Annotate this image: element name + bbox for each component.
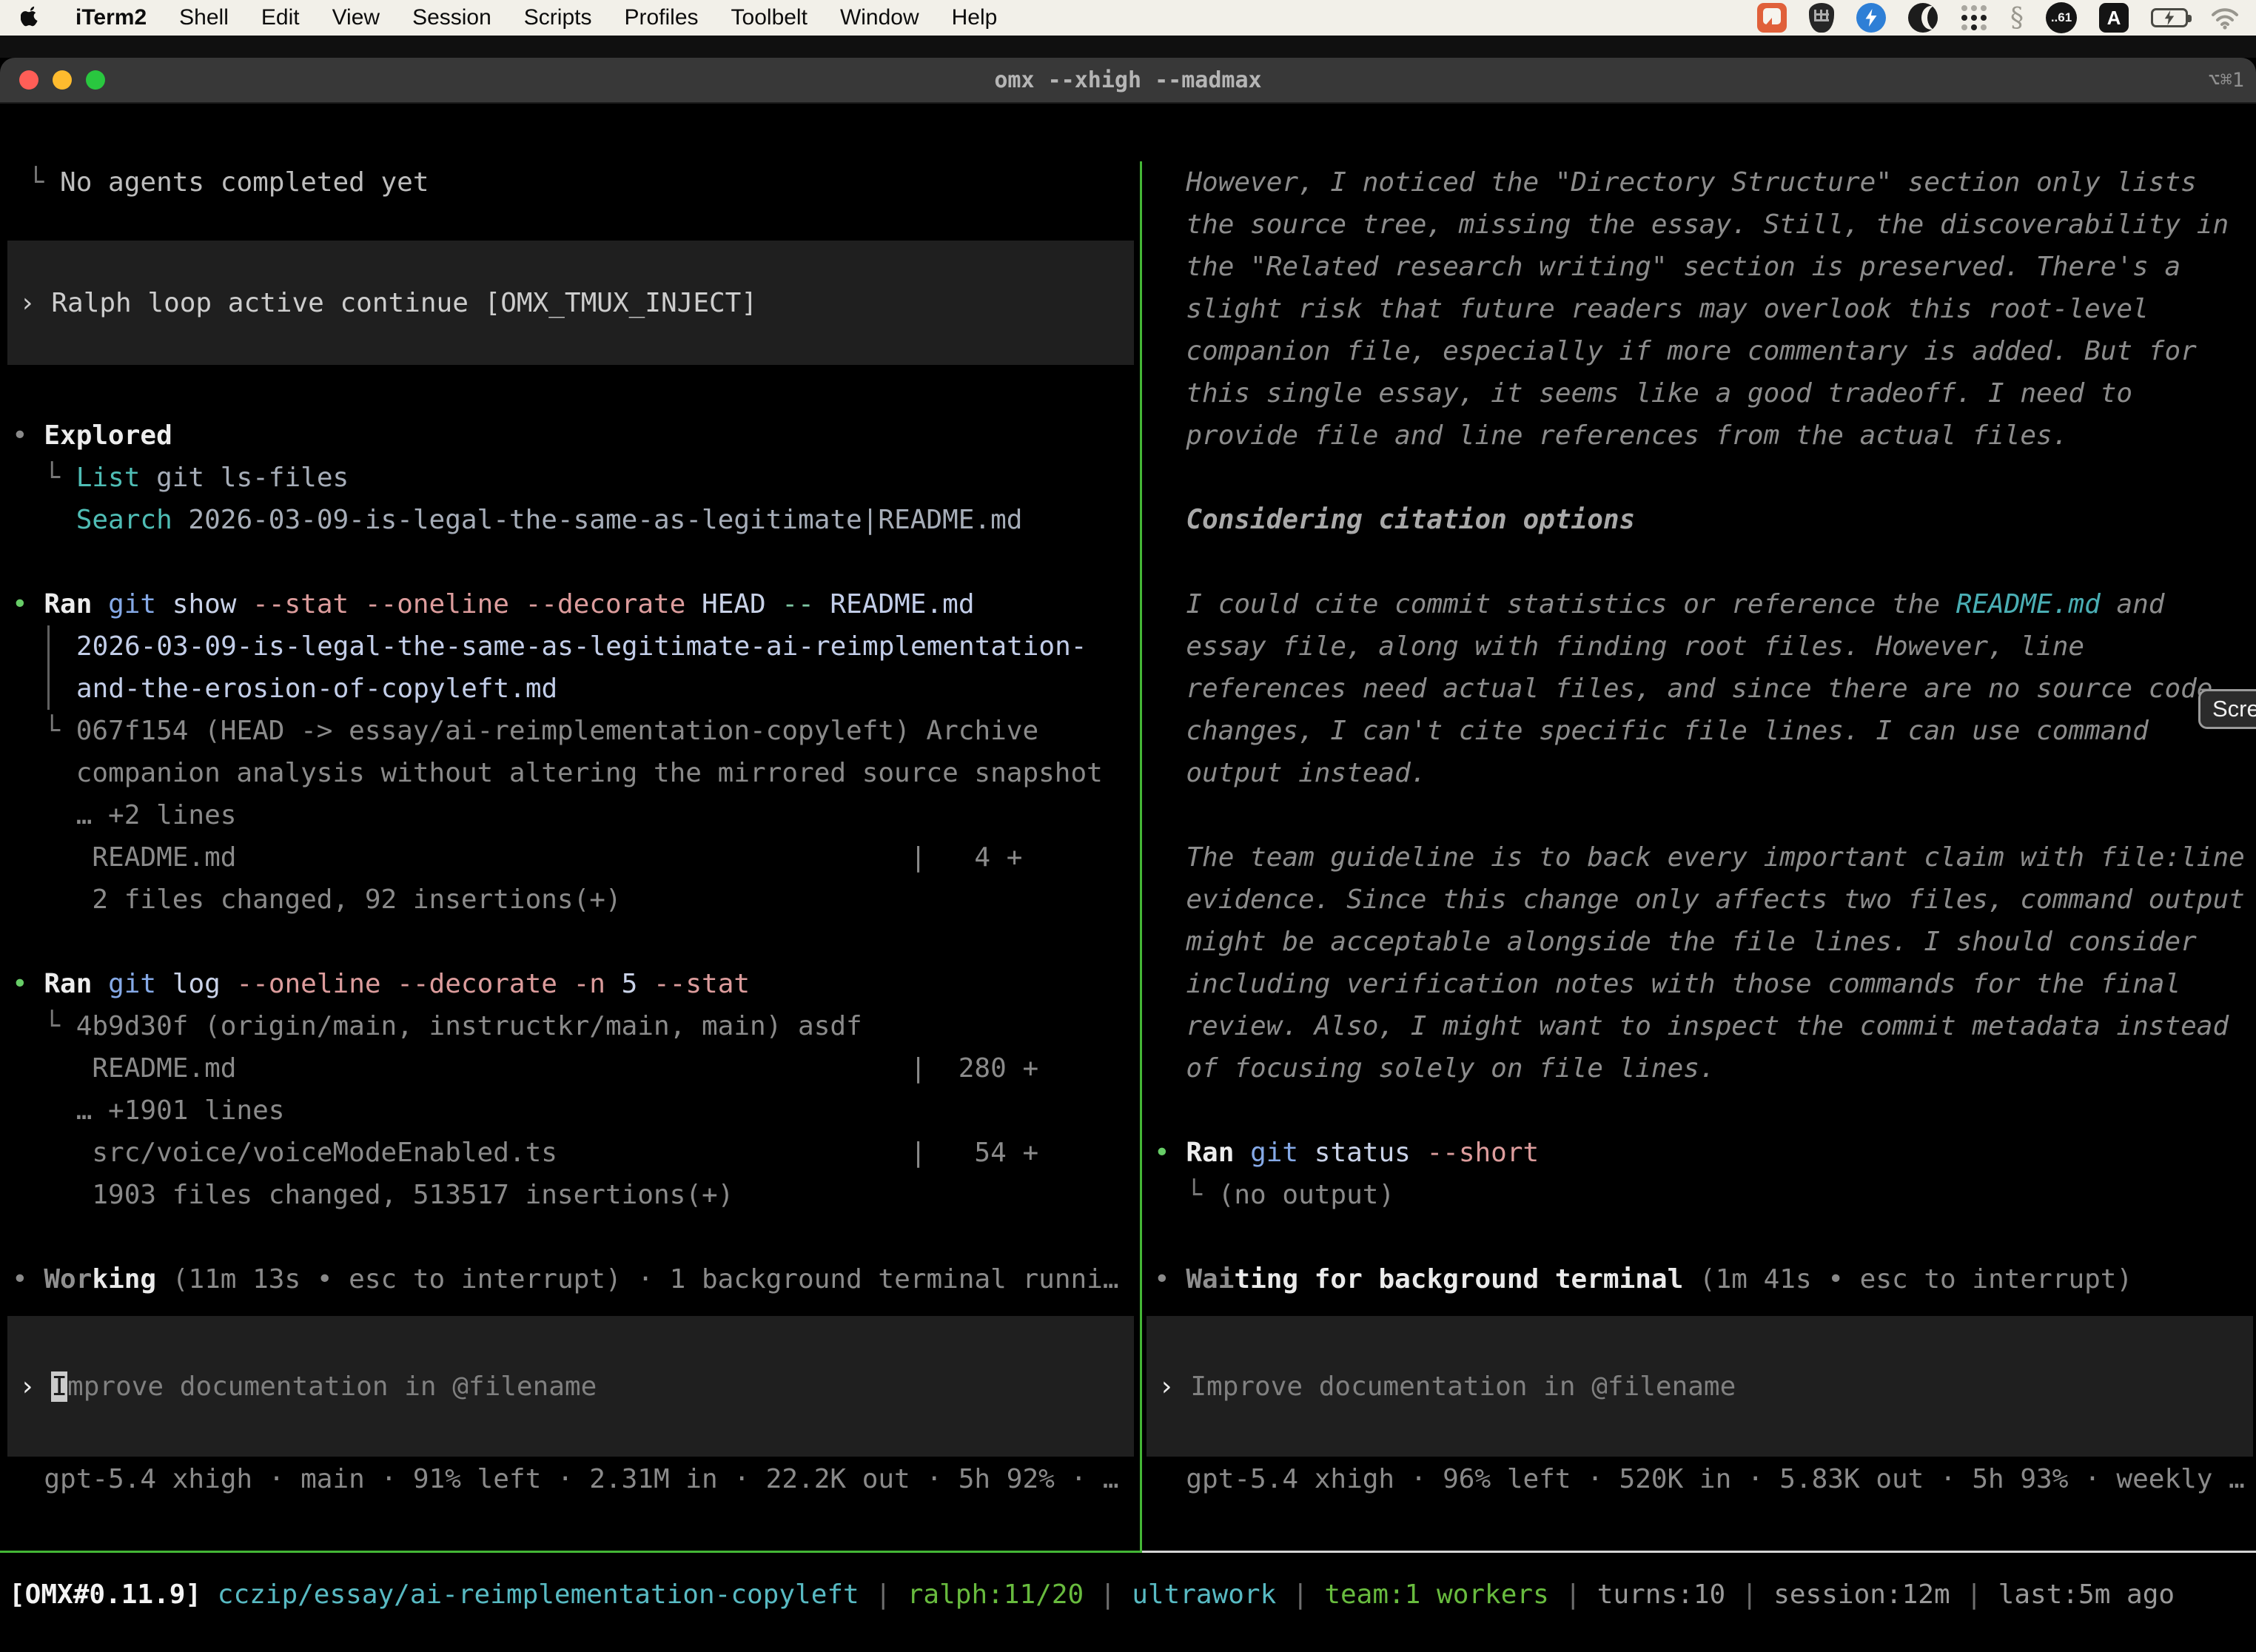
git-log-command: • Ran git log --oneline --decorate -n 5 … [12, 963, 1135, 1005]
more-lines-indicator: … +2 lines [12, 794, 1135, 836]
reasoning-line: essay file, along with finding root file… [1154, 625, 2252, 668]
menu-items: iTerm2 Shell Edit View Session Scripts P… [0, 3, 997, 33]
left-pane-border [0, 1551, 1140, 1553]
commit-message-wrap: companion analysis without altering the … [12, 752, 1135, 794]
explored-list-line: └ List git ls-files [12, 457, 1135, 499]
crescent-app-icon[interactable] [1908, 3, 1938, 33]
menu-status-icons: § ..61 A [1757, 2, 2256, 33]
menu-item-profiles[interactable]: Profiles [624, 5, 698, 30]
right-pane-border [1142, 1551, 2256, 1553]
menu-item-view[interactable]: View [332, 5, 380, 30]
badge-icon[interactable] [1856, 3, 1886, 33]
model-status-line: gpt-5.4 xhigh · 96% left · 520K in · 5.8… [1154, 1458, 2252, 1500]
wifi-icon[interactable] [2210, 3, 2240, 33]
inject-banner: › Ralph loop active continue [OMX_TMUX_I… [7, 241, 1134, 365]
left-pane: └ No agents completed yet › Ralph loop a… [0, 161, 1140, 1507]
usage-badge-icon[interactable]: ..61 [2046, 2, 2077, 33]
diffstat-summary: 2 files changed, 92 insertions(+) [12, 879, 1135, 921]
menu-item-scripts[interactable]: Scripts [524, 5, 592, 30]
reasoning-line: The team guideline is to back every impo… [1154, 836, 2252, 879]
diffstat-summary: 1903 files changed, 513517 insertions(+) [12, 1174, 1135, 1216]
reasoning-heading: Considering citation options [1154, 499, 2252, 541]
squiggle-icon[interactable]: § [2010, 3, 2024, 33]
window-title: omx --xhigh --madmax [0, 58, 2256, 104]
git-show-command: • Ran git show --stat --oneline --decora… [12, 583, 1135, 625]
agents-status-line: └ No agents completed yet [12, 161, 1135, 204]
diffstat-readme-280: README.md | 280 + [12, 1047, 1135, 1089]
model-status-line: gpt-5.4 xhigh · main · 91% left · 2.31M … [12, 1458, 1135, 1500]
explored-header: • Explored [12, 414, 1135, 457]
menu-item-window[interactable]: Window [840, 5, 919, 30]
working-status-line: • Working (11m 13s • esc to interrupt) ·… [12, 1258, 1135, 1300]
reasoning-line: review. Also, I might want to inspect th… [1154, 1005, 2252, 1047]
right-pane: However, I noticed the "Directory Struct… [1142, 161, 2256, 1507]
screen-tooltip-label: Scre [2212, 696, 2256, 722]
diffstat-readme: README.md | 4 + [12, 836, 1135, 879]
no-output-line: └ (no output) [1154, 1174, 2252, 1216]
battery-icon[interactable] [2151, 8, 2188, 27]
waiting-status-line: • Waiting for background terminal (1m 41… [1154, 1258, 2252, 1300]
reasoning-line: changes, I can't cite specific file line… [1154, 710, 2252, 752]
menu-item-session[interactable]: Session [412, 5, 491, 30]
reasoning-line: However, I noticed the "Directory Struct… [1154, 161, 2252, 204]
reasoning-line: provide file and line references from th… [1154, 414, 2252, 457]
omx-status-bar: [OMX#0.11.9] cczip/essay/ai-reimplementa… [9, 1574, 2256, 1616]
reasoning-line: output instead. [1154, 752, 2252, 794]
commit-line: └ 067f154 (HEAD -> essay/ai-reimplementa… [12, 710, 1135, 752]
chat-app-icon[interactable] [1757, 3, 1787, 33]
more-lines-indicator: … +1901 lines [12, 1089, 1135, 1132]
menu-bar: iTerm2 Shell Edit View Session Scripts P… [0, 0, 2256, 36]
terminal-content: └ No agents completed yet › Ralph loop a… [0, 104, 2256, 1652]
shield-icon[interactable] [1809, 3, 1834, 33]
screen-tooltip: Scre [2198, 689, 2256, 729]
diffstat-voicemode: src/voice/voiceModeEnabled.ts | 54 + [12, 1132, 1135, 1174]
window-title-bar[interactable]: omx --xhigh --madmax ⌥⌘1 [0, 58, 2256, 104]
explored-search-line: Search 2026-03-09-is-legal-the-same-as-l… [12, 499, 1135, 541]
window-shortcut: ⌥⌘1 [2208, 58, 2244, 104]
filename-wrap-block: 2026-03-09-is-legal-the-same-as-legitima… [47, 625, 1135, 710]
menu-item-iterm2[interactable]: iTerm2 [75, 5, 147, 30]
reasoning-line: slight risk that future readers may over… [1154, 288, 2252, 330]
reasoning-line: might be acceptable alongside the file l… [1154, 921, 2252, 963]
menu-item-help[interactable]: Help [952, 5, 998, 30]
dots-grid-icon[interactable] [1960, 4, 1988, 32]
reasoning-line: companion file, especially if more comme… [1154, 330, 2252, 372]
filename-wrap-line: and-the-erosion-of-copyleft.md [76, 668, 1135, 710]
menu-item-edit[interactable]: Edit [261, 5, 300, 30]
desktop-background [0, 36, 2256, 58]
reasoning-line: including verification notes with those … [1154, 963, 2252, 1005]
menu-item-toolbelt[interactable]: Toolbelt [731, 5, 808, 30]
reasoning-line: the source tree, missing the essay. Stil… [1154, 204, 2252, 246]
input-source-icon[interactable]: A [2099, 3, 2129, 33]
prompt-input-right[interactable]: › Improve documentation in @filename [1147, 1316, 2253, 1457]
reasoning-line: I could cite commit statistics or refere… [1154, 583, 2252, 625]
reasoning-line: evidence. Since this change only affects… [1154, 879, 2252, 921]
reasoning-line: references need actual files, and since … [1154, 668, 2252, 710]
menu-item-shell[interactable]: Shell [179, 5, 229, 30]
git-status-command: • Ran git status --short [1154, 1132, 2252, 1174]
filename-wrap-line: 2026-03-09-is-legal-the-same-as-legitima… [76, 625, 1135, 668]
reasoning-line: this single essay, it seems like a good … [1154, 372, 2252, 414]
apple-menu-icon[interactable] [21, 3, 43, 33]
reasoning-line: of focusing solely on file lines. [1154, 1047, 2252, 1089]
reasoning-line: the "Related research writing" section i… [1154, 246, 2252, 288]
iterm2-window: omx --xhigh --madmax ⌥⌘1 └ No agents com… [0, 58, 2256, 1652]
prompt-input-left[interactable]: › Improve documentation in @filename [7, 1316, 1134, 1457]
log-commit-line: └ 4b9d30f (origin/main, instructkr/main,… [12, 1005, 1135, 1047]
